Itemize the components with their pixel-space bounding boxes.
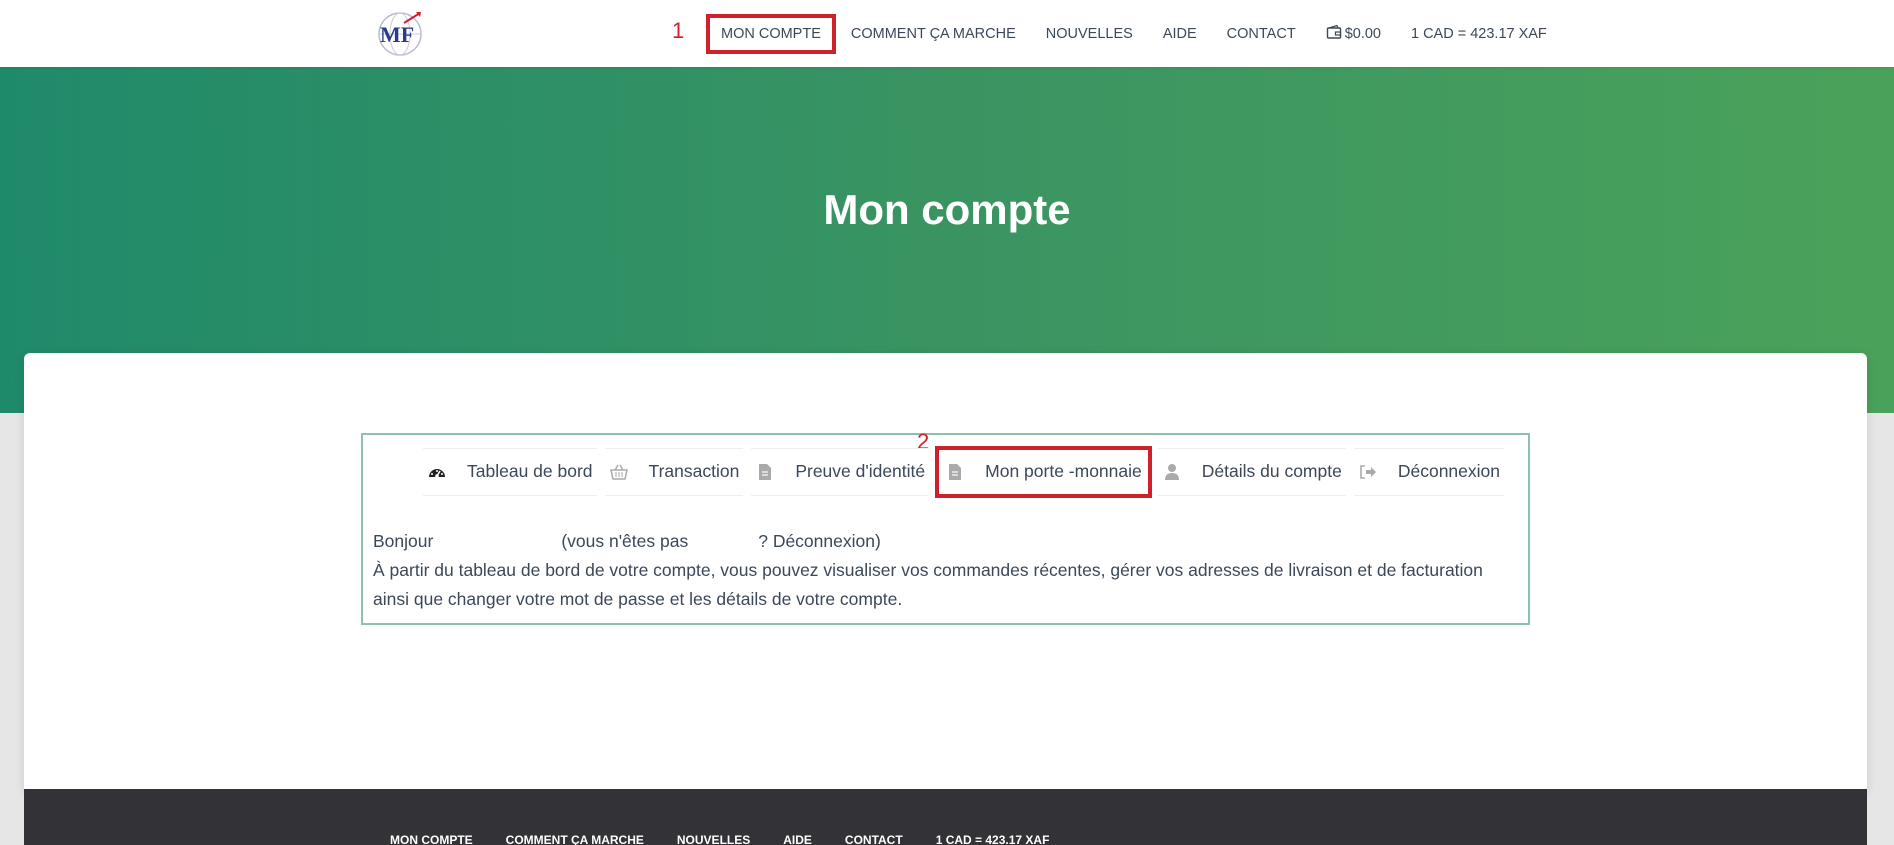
footer-link-nouvelles[interactable]: NOUVELLES bbox=[677, 833, 750, 845]
tab-tableau-de-bord[interactable]: Tableau de bord bbox=[423, 447, 597, 496]
tab-transaction[interactable]: Transaction bbox=[604, 447, 744, 496]
greeting-line: Bonjour (vous n'êtes pas? Déconnexion) bbox=[373, 531, 881, 551]
footer-link-aide[interactable]: AIDE bbox=[783, 833, 812, 845]
tab-label: Preuve d'identité bbox=[795, 461, 926, 481]
site-logo[interactable]: MF bbox=[374, 9, 428, 57]
tab-mon-porte-monnaie[interactable]: Mon porte -monnaie bbox=[935, 445, 1152, 498]
nav-mon-compte[interactable]: MON COMPTE bbox=[706, 13, 836, 54]
welcome-text: Bonjour (vous n'êtes pas? Déconnexion) À … bbox=[373, 527, 1523, 614]
page-title: Mon compte bbox=[823, 186, 1071, 233]
footer-link-contact[interactable]: CONTACT bbox=[845, 833, 903, 845]
logout-link[interactable]: ? Déconnexion) bbox=[758, 531, 881, 551]
main-nav: MON COMPTE COMMENT ÇA MARCHE NOUVELLES A… bbox=[706, 0, 1562, 67]
file-icon bbox=[945, 462, 965, 482]
basket-icon bbox=[609, 462, 629, 482]
nav-nouvelles[interactable]: NOUVELLES bbox=[1031, 0, 1148, 67]
account-tabs: Tableau de bord Transaction Preuve d'ide… bbox=[423, 445, 1512, 498]
dashboard-icon bbox=[427, 462, 447, 482]
tab-label: Détails du compte bbox=[1201, 461, 1342, 481]
svg-text:MF: MF bbox=[380, 22, 414, 47]
nav-comment-ca-marche[interactable]: COMMENT ÇA MARCHE bbox=[836, 0, 1031, 67]
annotation-marker-1: 1 bbox=[672, 18, 685, 43]
footer-link-mon-compte[interactable]: MON COMPTE bbox=[390, 833, 473, 845]
tab-label: Mon porte -monnaie bbox=[985, 461, 1142, 481]
wallet-icon bbox=[1326, 24, 1342, 44]
nav-contact[interactable]: CONTACT bbox=[1212, 0, 1311, 67]
top-navbar: MF 1 MON COMPTE COMMENT ÇA MARCHE NOUVEL… bbox=[0, 0, 1894, 67]
footer-exchange-rate[interactable]: 1 CAD = 423.17 XAF bbox=[936, 833, 1050, 845]
tab-label: Transaction bbox=[648, 461, 740, 481]
account-card: 2 Tableau de bord Transaction Preuve d'i… bbox=[24, 353, 1867, 793]
nav-aide[interactable]: AIDE bbox=[1148, 0, 1212, 67]
user-icon bbox=[1162, 462, 1182, 482]
cart-amount: $0.00 bbox=[1344, 25, 1381, 42]
tab-deconnexion[interactable]: Déconnexion bbox=[1353, 447, 1504, 496]
dashboard-description: À partir du tableau de bord de votre com… bbox=[373, 560, 1483, 609]
tab-label: Tableau de bord bbox=[467, 461, 593, 481]
signout-icon bbox=[1358, 462, 1378, 482]
tab-details-du-compte[interactable]: Détails du compte bbox=[1157, 447, 1346, 496]
file-icon bbox=[755, 462, 775, 482]
nav-cart[interactable]: $0.00 bbox=[1311, 0, 1396, 67]
tab-preuve-identite[interactable]: Preuve d'identité bbox=[751, 447, 930, 496]
footer-link-comment-ca-marche[interactable]: COMMENT ÇA MARCHE bbox=[506, 833, 644, 845]
footer: MON COMPTE COMMENT ÇA MARCHE NOUVELLES A… bbox=[24, 789, 1867, 845]
tab-label: Déconnexion bbox=[1397, 461, 1500, 481]
nav-exchange-rate[interactable]: 1 CAD = 423.17 XAF bbox=[1396, 0, 1562, 67]
account-panel: 2 Tableau de bord Transaction Preuve d'i… bbox=[361, 429, 1530, 625]
footer-nav: MON COMPTE COMMENT ÇA MARCHE NOUVELLES A… bbox=[390, 833, 1082, 845]
